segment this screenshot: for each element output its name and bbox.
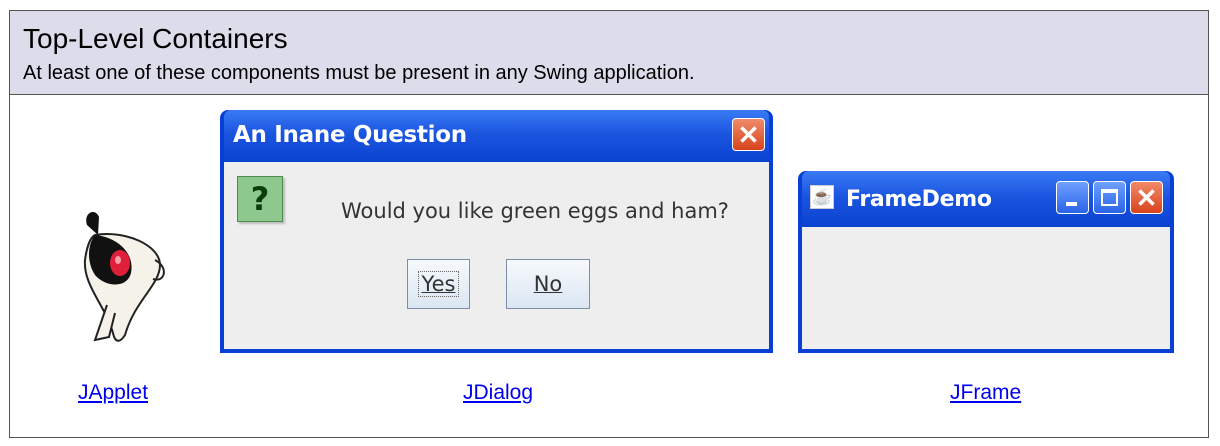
yes-button-label: Yes <box>417 271 460 297</box>
dialog-titlebar[interactable]: An Inane Question ✕ <box>224 110 769 162</box>
jframe-window: ☕ FrameDemo ✕ <box>798 171 1174 353</box>
panel-title: Top-Level Containers <box>23 23 288 54</box>
minimize-button[interactable] <box>1056 181 1089 214</box>
yes-button[interactable]: Yes <box>407 259 470 309</box>
question-icon: ? <box>237 176 283 222</box>
frame-close-button[interactable]: ✕ <box>1130 181 1163 214</box>
dialog-close-button[interactable]: ✕ <box>732 118 765 151</box>
frame-content-pane <box>802 227 1170 349</box>
dialog-message: Would you like green eggs and ham? <box>341 199 729 223</box>
frame-title: FrameDemo <box>846 187 992 212</box>
maximize-button[interactable] <box>1093 181 1126 214</box>
frame-titlebar[interactable]: ☕ FrameDemo ✕ <box>802 171 1170 227</box>
dialog-title: An Inane Question <box>233 122 467 148</box>
dialog-body: ? Would you like green eggs and ham? Yes… <box>224 162 769 349</box>
close-icon: ✕ <box>737 119 760 150</box>
panel-subtitle: At least one of these components must be… <box>23 62 695 84</box>
minimize-icon <box>1066 202 1077 206</box>
panel-header: Top-Level Containers At least one of the… <box>10 11 1208 95</box>
jdialog-link[interactable]: JDialog <box>463 381 533 405</box>
close-icon: ✕ <box>1135 182 1158 213</box>
maximize-icon <box>1101 189 1118 206</box>
duke-mascot-icon <box>83 211 165 342</box>
no-button[interactable]: No <box>506 259 590 309</box>
no-button-label: No <box>533 272 563 296</box>
jframe-link[interactable]: JFrame <box>950 381 1021 405</box>
japplet-link[interactable]: JApplet <box>78 381 148 405</box>
jdialog-window: An Inane Question ✕ ? Would you like gre… <box>220 110 773 353</box>
java-cup-icon: ☕ <box>810 185 834 209</box>
